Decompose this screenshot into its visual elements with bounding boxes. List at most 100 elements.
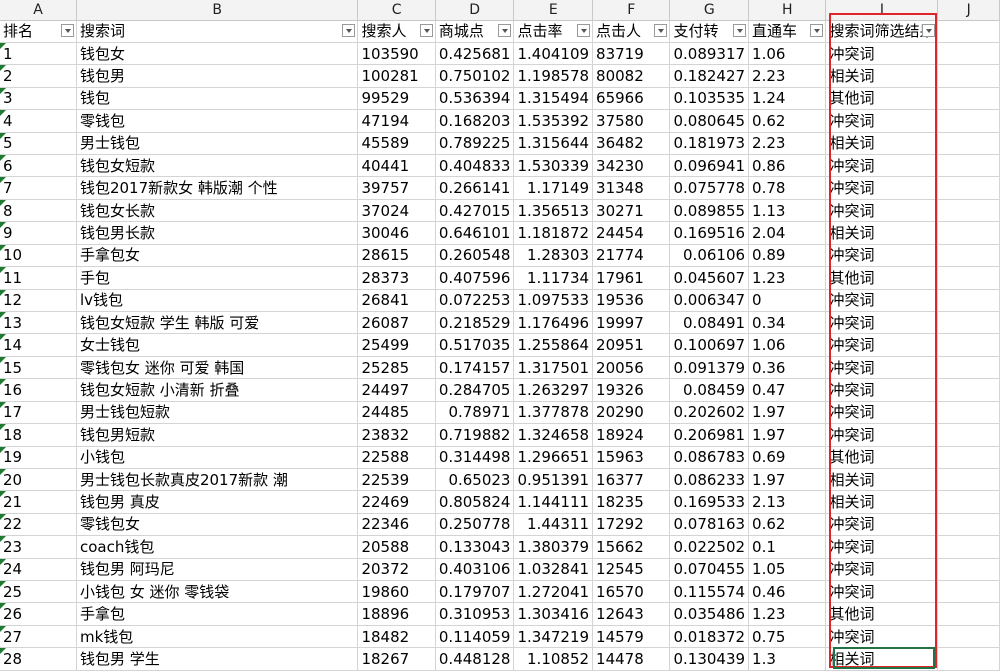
table-cell[interactable]: 47194: [357, 109, 436, 133]
table-cell[interactable]: 1.10852: [513, 647, 594, 671]
table-cell[interactable]: 17292: [592, 513, 671, 537]
table-cell[interactable]: 0.805824: [435, 490, 515, 514]
table-cell[interactable]: 1.535392: [513, 109, 594, 133]
table-cell[interactable]: 1.13: [748, 199, 827, 223]
table-cell[interactable]: 83719: [592, 42, 671, 66]
table-cell[interactable]: 17961: [592, 266, 671, 290]
table-cell[interactable]: 22: [0, 513, 77, 537]
table-cell[interactable]: 0.045607: [669, 266, 750, 290]
table-cell[interactable]: 0.169516: [669, 221, 750, 245]
table-cell[interactable]: 钱包男 阿玛尼: [76, 558, 359, 582]
table-cell[interactable]: 9: [0, 221, 77, 245]
table-cell[interactable]: 34230: [592, 154, 671, 178]
table-cell[interactable]: 其他词: [825, 87, 939, 111]
table-cell[interactable]: 0.448128: [435, 647, 515, 671]
filter-dropdown-icon[interactable]: [810, 23, 824, 37]
table-cell[interactable]: 22346: [357, 513, 436, 537]
column-header-a[interactable]: A: [0, 0, 77, 21]
table-cell[interactable]: 25: [0, 580, 77, 604]
table-cell[interactable]: 1.263297: [513, 378, 594, 402]
table-cell[interactable]: 0.035486: [669, 602, 750, 626]
table-cell[interactable]: 0.070455: [669, 558, 750, 582]
field-header-cell[interactable]: 直通车: [748, 20, 827, 43]
column-header-i[interactable]: I: [825, 0, 939, 21]
table-cell[interactable]: 1.181872: [513, 221, 594, 245]
table-cell[interactable]: [937, 244, 1000, 268]
table-cell[interactable]: 1.198578: [513, 64, 594, 88]
table-cell[interactable]: 28: [0, 647, 77, 671]
table-cell[interactable]: 20290: [592, 401, 671, 425]
table-cell[interactable]: 0.100697: [669, 333, 750, 357]
table-cell[interactable]: 1.303416: [513, 602, 594, 626]
table-cell[interactable]: 0.202602: [669, 401, 750, 425]
table-cell[interactable]: 28373: [357, 266, 436, 290]
table-cell[interactable]: [937, 401, 1000, 425]
table-cell[interactable]: 冲突词: [825, 423, 939, 447]
table-cell[interactable]: 22588: [357, 446, 436, 469]
table-cell[interactable]: 0.130439: [669, 647, 750, 671]
table-cell[interactable]: 冲突词: [825, 356, 939, 380]
table-cell[interactable]: 11: [0, 266, 77, 290]
table-cell[interactable]: 钱包男 真皮: [76, 490, 359, 514]
table-cell[interactable]: 20588: [357, 535, 436, 559]
table-cell[interactable]: 手拿包: [76, 602, 359, 626]
table-cell[interactable]: 钱包女短款 学生 韩版 可爱: [76, 311, 359, 335]
table-cell[interactable]: 0.34: [748, 311, 827, 335]
table-cell[interactable]: 1.24: [748, 87, 827, 111]
table-cell[interactable]: 冲突词: [825, 401, 939, 425]
table-cell[interactable]: [937, 154, 1000, 178]
table-cell[interactable]: [937, 176, 1000, 200]
table-cell[interactable]: 冲突词: [825, 558, 939, 582]
column-header-d[interactable]: D: [435, 0, 515, 21]
table-cell[interactable]: 80082: [592, 64, 671, 88]
table-cell[interactable]: 18482: [357, 625, 436, 649]
table-cell[interactable]: 39757: [357, 176, 436, 200]
table-cell[interactable]: 1.97: [748, 468, 827, 492]
table-cell[interactable]: 18924: [592, 423, 671, 447]
table-cell[interactable]: 22539: [357, 468, 436, 492]
table-cell[interactable]: 36482: [592, 132, 671, 156]
table-cell[interactable]: 相关词: [825, 490, 939, 514]
table-cell[interactable]: 1.17149: [513, 176, 594, 200]
table-cell[interactable]: 其他词: [825, 602, 939, 626]
table-cell[interactable]: [937, 468, 1000, 492]
table-cell[interactable]: 0.072253: [435, 289, 515, 312]
table-cell[interactable]: 30046: [357, 221, 436, 245]
table-cell[interactable]: 1.315494: [513, 87, 594, 111]
table-cell[interactable]: 冲突词: [825, 176, 939, 200]
table-cell[interactable]: coach钱包: [76, 535, 359, 559]
table-cell[interactable]: 0.115574: [669, 580, 750, 604]
table-cell[interactable]: 37024: [357, 199, 436, 223]
table-cell[interactable]: 1.44311: [513, 513, 594, 537]
table-cell[interactable]: 0.789225: [435, 132, 515, 156]
table-cell[interactable]: 0.075778: [669, 176, 750, 200]
table-cell[interactable]: 0.75: [748, 625, 827, 649]
table-cell[interactable]: [937, 602, 1000, 626]
table-cell[interactable]: 23: [0, 535, 77, 559]
table-cell[interactable]: 22469: [357, 490, 436, 514]
table-cell[interactable]: 0.69: [748, 446, 827, 469]
table-cell[interactable]: 16570: [592, 580, 671, 604]
table-cell[interactable]: [937, 423, 1000, 447]
table-cell[interactable]: 1.06: [748, 42, 827, 66]
table-cell[interactable]: 钱包2017新款女 韩版潮 个性: [76, 176, 359, 200]
table-cell[interactable]: 19997: [592, 311, 671, 335]
table-cell[interactable]: 冲突词: [825, 580, 939, 604]
table-cell[interactable]: 14579: [592, 625, 671, 649]
table-cell[interactable]: 2: [0, 64, 77, 88]
table-cell[interactable]: 1.380379: [513, 535, 594, 559]
table-cell[interactable]: 7: [0, 176, 77, 200]
table-cell[interactable]: 0.250778: [435, 513, 515, 537]
table-cell[interactable]: 相关词: [825, 132, 939, 156]
table-cell[interactable]: 0.407596: [435, 266, 515, 290]
table-cell[interactable]: 0: [748, 289, 827, 312]
table-cell[interactable]: 1.356513: [513, 199, 594, 223]
table-cell[interactable]: 0.62: [748, 109, 827, 133]
table-cell[interactable]: [937, 378, 1000, 402]
table-cell[interactable]: [937, 647, 1000, 671]
table-cell[interactable]: 1.23: [748, 602, 827, 626]
table-cell[interactable]: 14478: [592, 647, 671, 671]
table-cell[interactable]: 31348: [592, 176, 671, 200]
table-cell[interactable]: 0.425681: [435, 42, 515, 66]
filter-dropdown-icon[interactable]: [498, 23, 512, 37]
